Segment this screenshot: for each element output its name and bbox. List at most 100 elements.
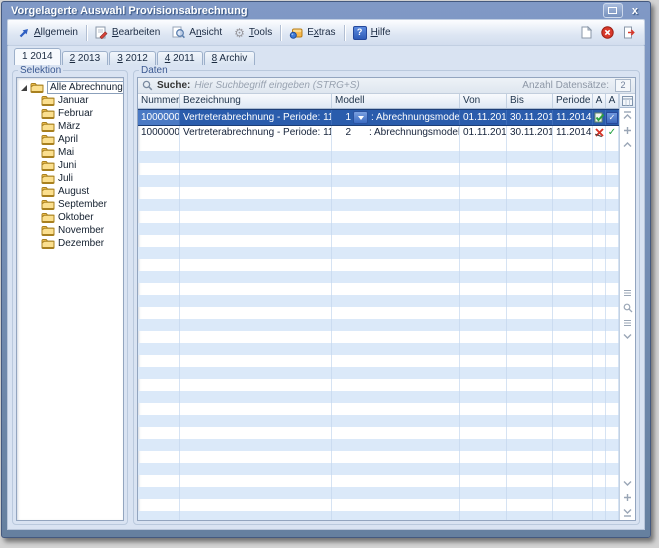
empty-row <box>138 151 619 163</box>
tree-item-februar[interactable]: Februar <box>19 107 121 120</box>
column-header-a2[interactable]: A <box>606 94 619 108</box>
daten-group: Daten Suche: Anzahl Datensätze: 2 Nummer… <box>133 65 640 525</box>
empty-cell <box>332 151 460 163</box>
empty-cell <box>332 139 460 151</box>
table-row[interactable]: 1000000001Vertreterabrechnung - Periode:… <box>138 126 619 139</box>
close-button[interactable]: x <box>629 5 641 17</box>
empty-cell <box>180 283 332 295</box>
tree-item-september[interactable]: September <box>19 198 121 211</box>
restore-button[interactable] <box>603 3 623 18</box>
tab-3-2012[interactable]: 3 2012 <box>109 51 156 65</box>
empty-cell <box>553 487 593 499</box>
tab-4-2011[interactable]: 4 2011 <box>157 51 203 65</box>
empty-cell <box>332 511 460 520</box>
empty-cell <box>553 307 593 319</box>
empty-cell <box>332 295 460 307</box>
tree-item-august[interactable]: August <box>19 185 121 198</box>
zoom-icon <box>623 303 633 313</box>
page-down-button[interactable] <box>623 480 632 487</box>
table-row[interactable]: 1000000000Vertreterabrechnung - Periode:… <box>138 109 619 126</box>
cancel-button[interactable] <box>601 26 614 39</box>
menu-item-extras[interactable]: Extras <box>283 23 341 43</box>
tree-item-januar[interactable]: Januar <box>19 94 121 107</box>
column-header-periode[interactable]: Periode <box>553 94 593 108</box>
column-header-nummer[interactable]: Nummer <box>138 94 180 108</box>
empty-row <box>138 415 619 427</box>
menu-item-bearbeiten[interactable]: Bearbeiten <box>89 23 166 43</box>
search-input[interactable] <box>194 80 518 92</box>
empty-cell <box>553 415 593 427</box>
tree-item-label: Dezember <box>58 238 104 249</box>
empty-cell <box>180 271 332 283</box>
empty-cell <box>606 271 619 283</box>
tab-8-archiv[interactable]: 8 Archiv <box>204 51 256 65</box>
menu-item-tools[interactable]: ⚙Tools <box>228 23 278 43</box>
modell-dropdown-button[interactable] <box>353 111 368 124</box>
empty-cell <box>332 187 460 199</box>
column-header-a1[interactable]: A <box>593 94 606 108</box>
tree-item-m-rz[interactable]: März <box>19 120 121 133</box>
empty-cell <box>332 271 460 283</box>
new-document-button[interactable] <box>580 26 592 39</box>
empty-cell <box>606 307 619 319</box>
empty-cell <box>553 331 593 343</box>
empty-cell <box>332 235 460 247</box>
zoom-button[interactable] <box>623 303 633 313</box>
data-grid: Suche: Anzahl Datensätze: 2 NummerBezeic… <box>137 77 636 521</box>
empty-cell <box>606 139 619 151</box>
empty-cell <box>138 439 180 451</box>
scroll-to-bottom-button[interactable] <box>623 508 632 517</box>
empty-cell <box>507 391 553 403</box>
tree-item-november[interactable]: November <box>19 224 121 237</box>
empty-row <box>138 211 619 223</box>
empty-cell <box>553 295 593 307</box>
empty-cell <box>460 463 507 475</box>
empty-row <box>138 223 619 235</box>
empty-cell <box>593 355 606 367</box>
empty-cell <box>553 439 593 451</box>
tree-item-juni[interactable]: Juni <box>19 159 121 172</box>
tree-item-juli[interactable]: Juli <box>19 172 121 185</box>
exit-button[interactable] <box>623 26 636 39</box>
tab-1-2014[interactable]: 1 2014 <box>14 48 61 65</box>
column-header-modell[interactable]: Modell <box>332 94 460 108</box>
empty-row <box>138 319 619 331</box>
tree-item-label: November <box>58 225 104 236</box>
empty-cell <box>593 187 606 199</box>
empty-cell <box>138 259 180 271</box>
title-bar[interactable]: Vorgelagerte Auswahl Provisionsabrechnun… <box>7 2 645 19</box>
cell-von: 01.11.2014 <box>460 126 507 139</box>
empty-cell <box>138 331 180 343</box>
move-up-button[interactable] <box>623 126 632 135</box>
empty-cell <box>332 475 460 487</box>
empty-cell <box>138 463 180 475</box>
empty-cell <box>460 427 507 439</box>
column-chooser-button[interactable] <box>620 94 635 108</box>
menu-toolbar: AllgemeinBearbeitenAnsicht⚙ToolsExtras ?H… <box>7 19 645 46</box>
menu-item-hilfe[interactable]: ?Hilfe <box>347 23 397 43</box>
tab-2-2013[interactable]: 2 2013 <box>62 51 109 65</box>
tree-root-item[interactable]: Alle Abrechnungen <box>19 81 121 94</box>
menu-item-ansicht[interactable]: Ansicht <box>166 23 228 43</box>
tree-item-oktober[interactable]: Oktober <box>19 211 121 224</box>
tree-item-dezember[interactable]: Dezember <box>19 237 121 250</box>
column-header-von[interactable]: Von <box>460 94 507 108</box>
menu-item-allgemein[interactable]: Allgemein <box>12 23 84 43</box>
column-header-bezeichnung[interactable]: Bezeichnung <box>180 94 332 108</box>
empty-row <box>138 187 619 199</box>
empty-cell <box>507 199 553 211</box>
column-header-bis[interactable]: Bis <box>507 94 553 108</box>
row-details-button[interactable] <box>623 289 632 297</box>
jump-down-button[interactable] <box>623 333 632 340</box>
cell-a2: ✓ <box>606 110 619 125</box>
page-up-button[interactable] <box>623 141 632 148</box>
scroll-to-top-button[interactable] <box>623 111 632 120</box>
empty-cell <box>180 487 332 499</box>
expanded-triangle-icon[interactable] <box>21 85 27 91</box>
help-icon: ? <box>353 26 367 40</box>
tree-item-mai[interactable]: Mai <box>19 146 121 159</box>
tree-item-april[interactable]: April <box>19 133 121 146</box>
move-down-button[interactable] <box>623 493 632 502</box>
empty-cell <box>507 331 553 343</box>
list-button[interactable] <box>623 319 632 327</box>
